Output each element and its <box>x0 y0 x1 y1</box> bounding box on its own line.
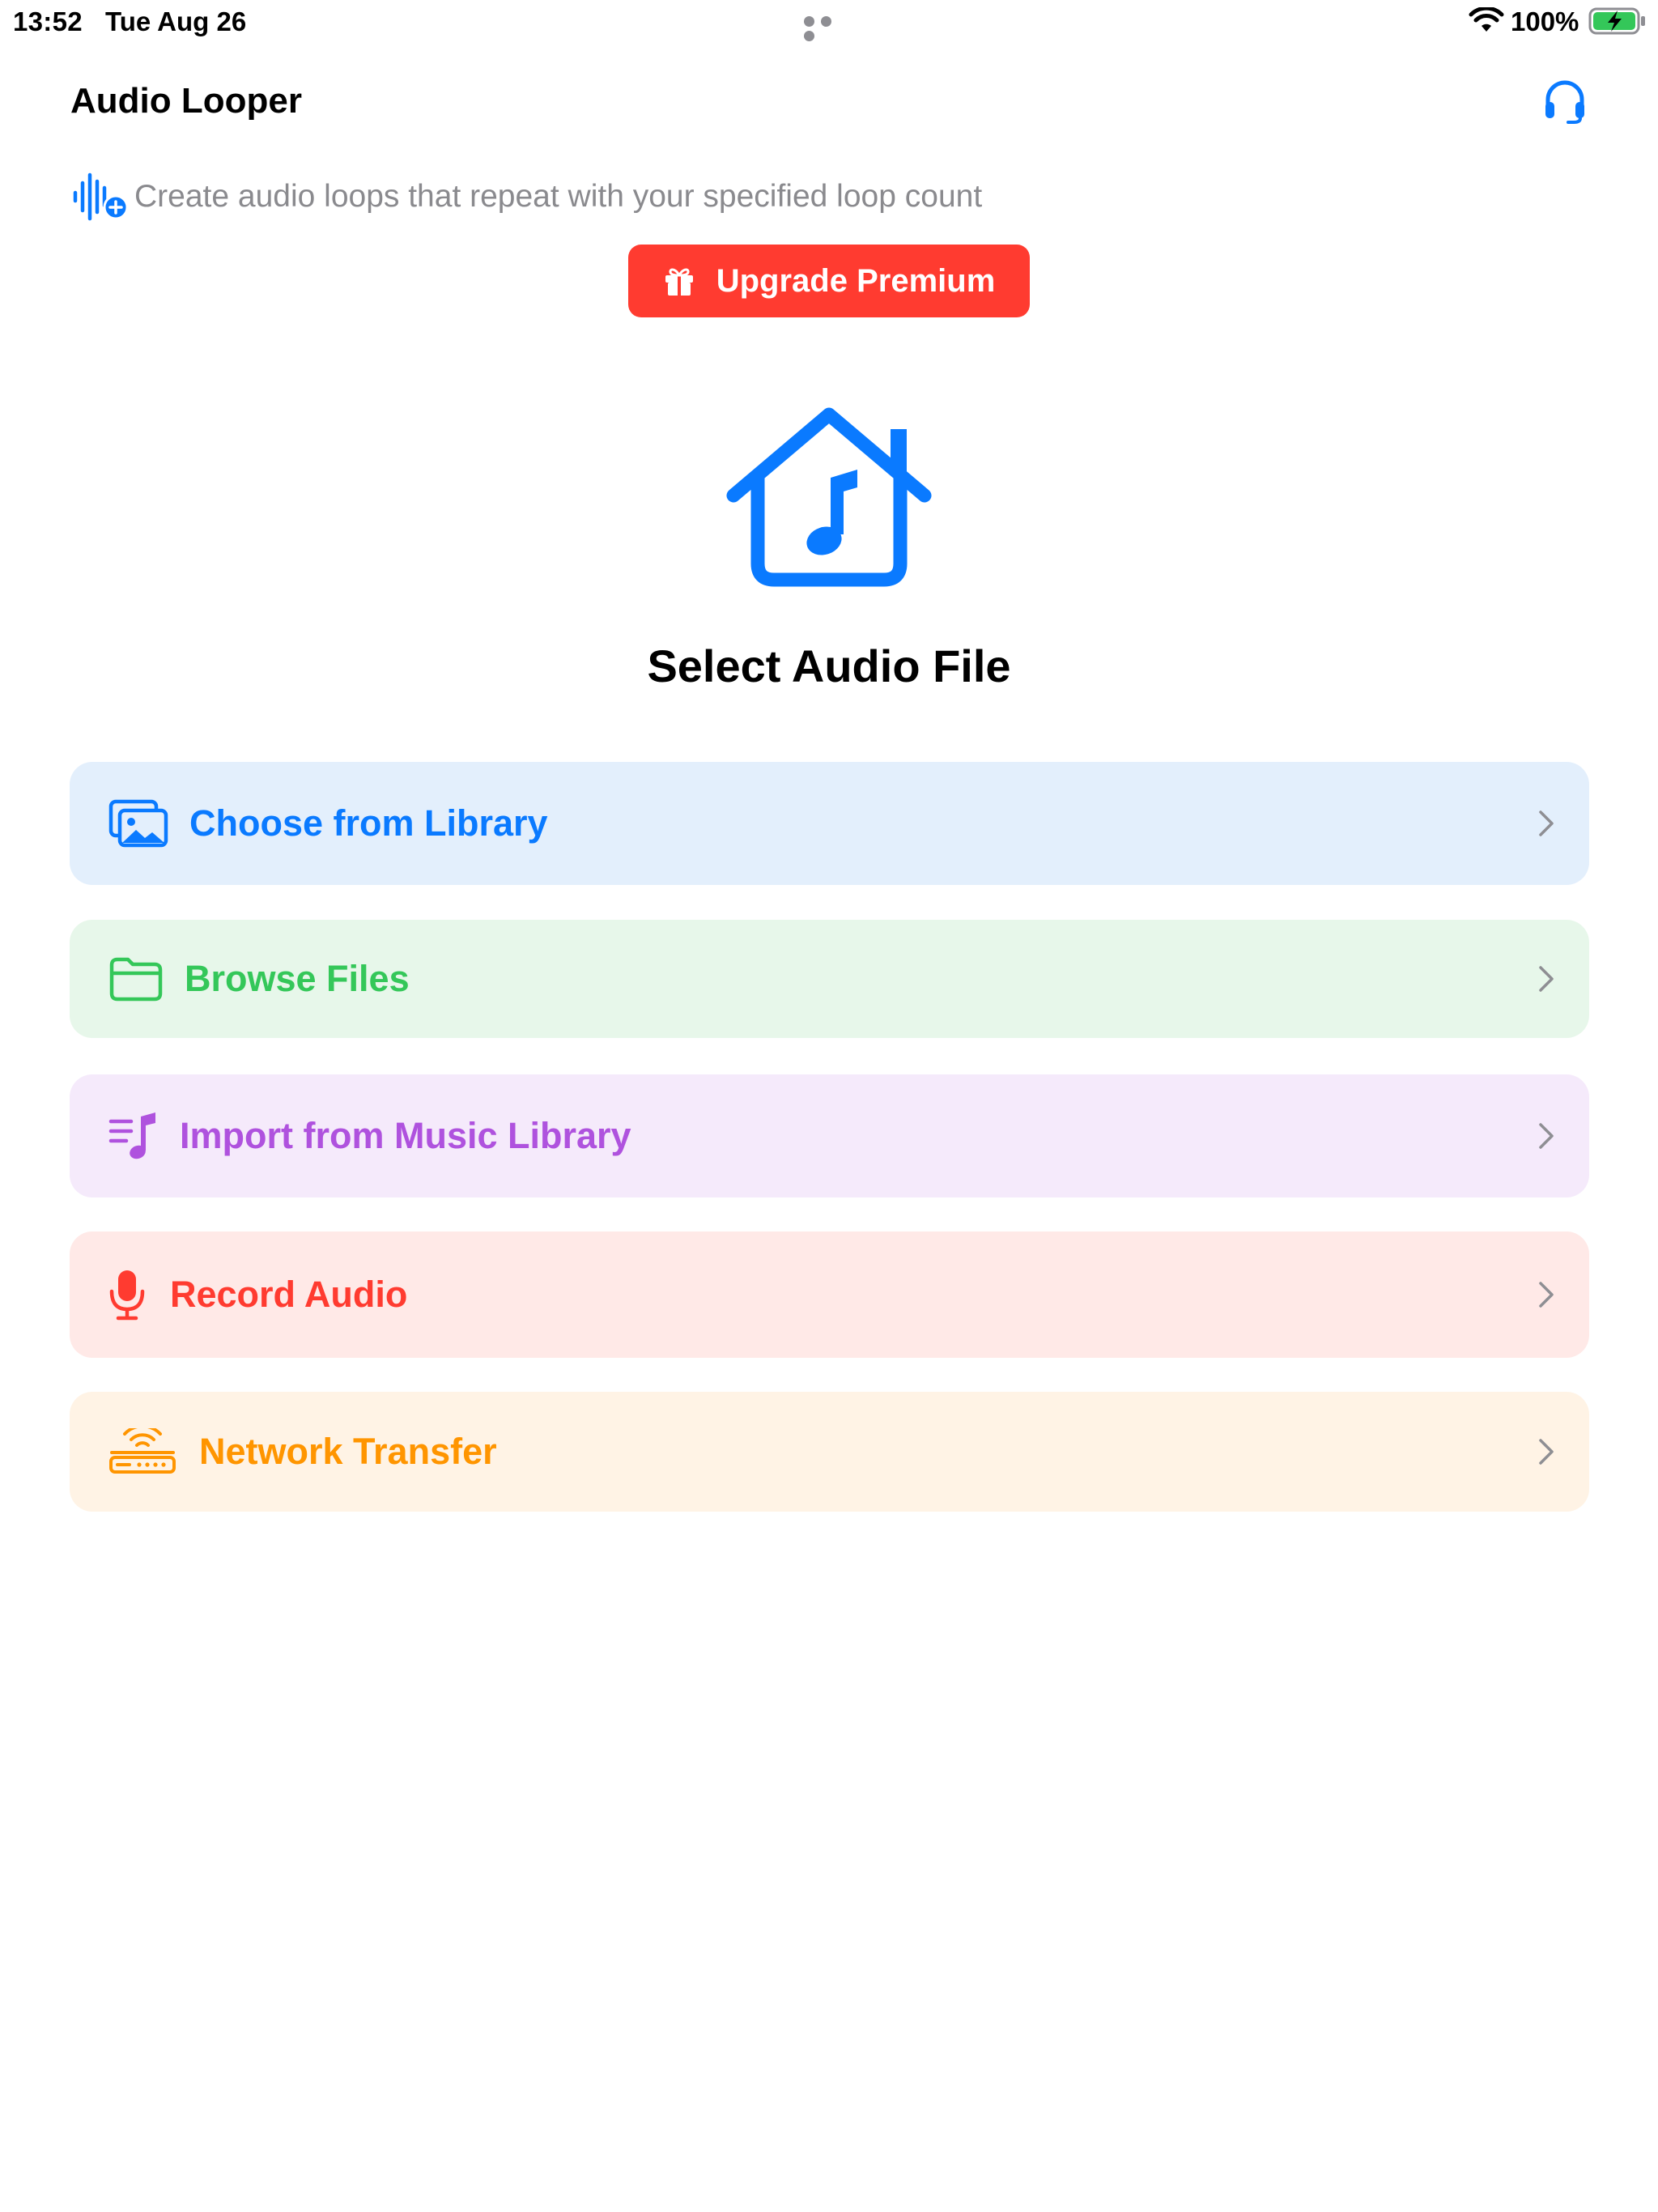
browse-files-button[interactable]: Browse Files <box>70 920 1589 1038</box>
choose-from-library-button[interactable]: Choose from Library <box>70 762 1589 885</box>
status-date: Tue Aug 26 <box>105 6 247 36</box>
gift-icon <box>665 268 693 296</box>
browse-files-label: Browse Files <box>185 958 410 999</box>
chevron-right-icon <box>1539 1123 1554 1149</box>
record-audio-label: Record Audio <box>170 1274 408 1315</box>
battery-charging-icon <box>1588 7 1645 35</box>
upgrade-premium-button[interactable]: Upgrade Premium <box>628 245 1030 317</box>
chevron-right-icon <box>1539 1282 1554 1308</box>
support-button[interactable] <box>1541 76 1588 126</box>
subtitle-text: Create audio loops that repeat with your… <box>134 179 983 214</box>
status-time: 13:52 <box>13 6 83 36</box>
import-from-music-library-label: Import from Music Library <box>180 1115 631 1156</box>
house-music-note-icon <box>726 407 932 587</box>
router-icon <box>109 1428 176 1474</box>
page-title: Audio Looper <box>70 81 302 121</box>
import-from-music-library-button[interactable]: Import from Music Library <box>70 1074 1589 1197</box>
headphones-icon <box>1545 80 1584 124</box>
chevron-right-icon <box>1539 1439 1554 1465</box>
record-audio-button[interactable]: Record Audio <box>70 1231 1589 1358</box>
chevron-right-icon <box>1539 966 1554 992</box>
subtitle-row: Create audio loops that repeat with your… <box>71 172 982 222</box>
choose-from-library-label: Choose from Library <box>189 802 548 844</box>
upgrade-premium-label: Upgrade Premium <box>716 262 996 299</box>
multitasking-dots-icon[interactable] <box>804 16 854 41</box>
folder-icon <box>109 957 163 1002</box>
network-transfer-button[interactable]: Network Transfer <box>70 1392 1589 1512</box>
microphone-icon <box>109 1270 145 1321</box>
photo-library-icon <box>108 799 168 848</box>
battery-percentage: 100% <box>1511 6 1579 36</box>
wifi-icon <box>1469 7 1504 32</box>
network-transfer-label: Network Transfer <box>199 1431 497 1472</box>
waveform-badge-plus-icon <box>73 172 129 221</box>
select-audio-file-heading: Select Audio File <box>647 640 1011 691</box>
music-list-icon <box>108 1112 155 1159</box>
chevron-right-icon <box>1539 810 1554 836</box>
status-bar: 13:52 Tue Aug 26 100% <box>0 0 1658 45</box>
